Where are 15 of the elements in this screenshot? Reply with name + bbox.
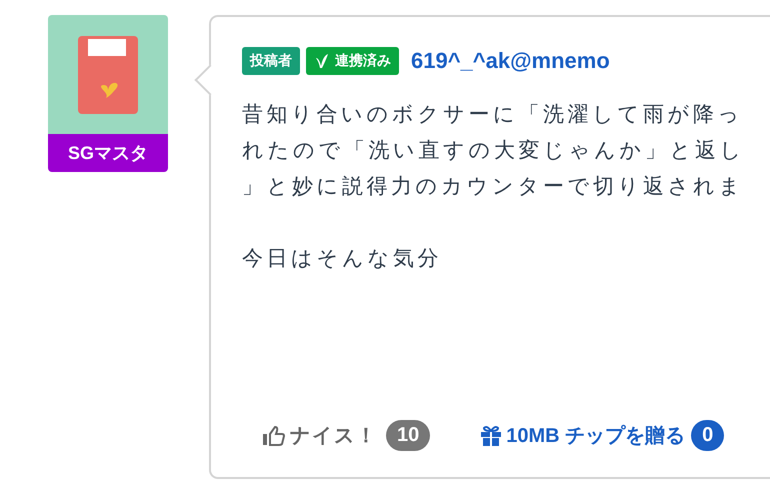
role-badge: 投稿者 <box>242 47 300 75</box>
post-text-line: 」と妙に説得力のカウンターで切り返されま <box>242 174 745 200</box>
nice-button[interactable]: ナイス！ <box>262 422 378 449</box>
author-link[interactable]: 619^_^ak@mnemo <box>411 48 610 74</box>
clipboard-icon <box>48 15 168 134</box>
post-text-line: 今日はそんな気分 <box>242 246 443 272</box>
post-text-line: れたので「洗い直すの大変じゃんか」と返し <box>242 138 746 164</box>
avatar-title: SGマスタ <box>48 134 168 172</box>
linked-badge: 連携済み <box>306 47 399 75</box>
post-text-line: 昔知り合いのボクサーに「洗濯して雨が降っ <box>242 102 744 128</box>
thumbs-up-icon <box>262 424 286 446</box>
tip-button[interactable]: 10MB チップを贈る <box>480 422 686 449</box>
nice-count: 10 <box>386 420 430 451</box>
gift-icon <box>480 424 502 446</box>
tip-count: 0 <box>691 420 724 451</box>
